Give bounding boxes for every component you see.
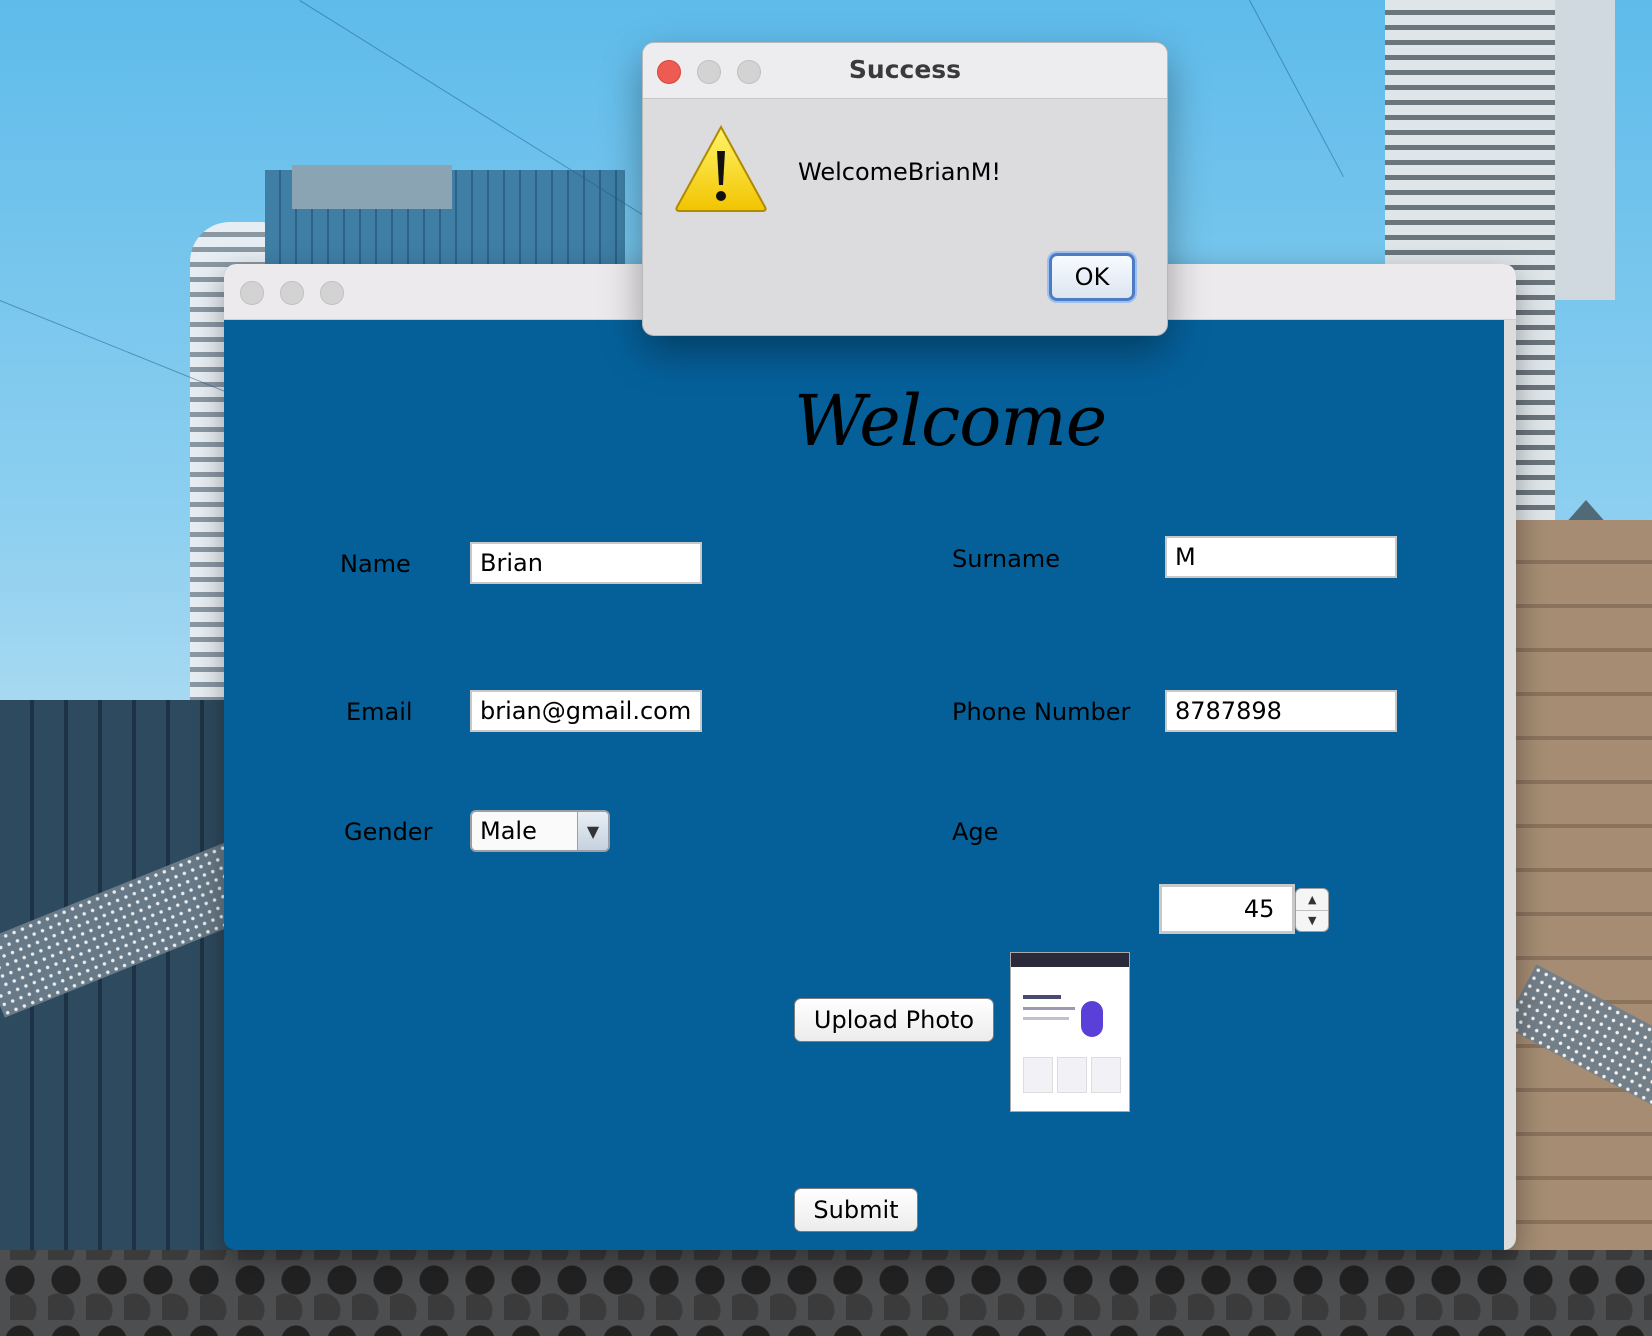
name-field[interactable]: Brian — [470, 542, 702, 584]
dialog-title: Success — [848, 55, 962, 84]
surname-field[interactable]: M — [1165, 536, 1397, 578]
window-close-button[interactable] — [240, 281, 264, 305]
gender-select[interactable]: Male ▼ — [470, 810, 610, 852]
submit-button[interactable]: Submit — [794, 1188, 918, 1232]
preview-wave-hand-icon — [1081, 1001, 1103, 1037]
photo-preview — [1010, 952, 1130, 1112]
warning-icon — [675, 124, 767, 212]
background-right-tower-top — [1555, 0, 1615, 300]
preview-line — [1023, 1007, 1075, 1010]
arrow-up-icon[interactable]: ▲ — [1296, 889, 1328, 910]
surname-label: Surname — [952, 545, 1060, 573]
age-field[interactable]: 45 — [1159, 884, 1296, 934]
preview-header — [1011, 953, 1129, 967]
email-field[interactable]: brian@gmail.com — [470, 690, 702, 732]
gender-label: Gender — [344, 818, 433, 846]
background-building-top — [292, 165, 452, 209]
window-zoom-button[interactable] — [320, 281, 344, 305]
age-spinner[interactable]: 45 ▲ ▼ — [1159, 884, 1329, 934]
upload-photo-button[interactable]: Upload Photo — [794, 998, 994, 1042]
registration-window: Welcome Name Brian Surname M Email brian… — [224, 264, 1516, 1250]
phone-field[interactable]: 8787898 — [1165, 690, 1397, 732]
chevron-down-icon[interactable]: ▼ — [577, 812, 608, 850]
ok-button[interactable]: OK — [1049, 253, 1135, 301]
preview-line — [1023, 995, 1061, 999]
success-dialog: Success WelcomeBrianM! OK — [642, 42, 1168, 336]
background-cityhall — [1500, 520, 1652, 1280]
arrow-down-icon[interactable]: ▼ — [1296, 909, 1328, 932]
window-minimize-button[interactable] — [280, 281, 304, 305]
background-wire — [1249, 0, 1344, 178]
window-edge — [1504, 320, 1516, 1250]
preview-card — [1023, 1057, 1053, 1093]
background-crowd — [0, 1250, 1652, 1336]
phone-label: Phone Number — [952, 698, 1131, 726]
gender-selected-value: Male — [480, 817, 537, 845]
dialog-message: WelcomeBrianM! — [798, 158, 1002, 186]
welcome-heading: Welcome — [794, 380, 1107, 462]
name-label: Name — [340, 550, 411, 578]
form-panel: Welcome Name Brian Surname M Email brian… — [224, 320, 1504, 1250]
preview-card — [1057, 1057, 1087, 1093]
age-label: Age — [952, 818, 999, 846]
preview-line — [1023, 1017, 1069, 1020]
email-label: Email — [346, 698, 413, 726]
age-stepper[interactable]: ▲ ▼ — [1295, 888, 1329, 932]
preview-card — [1091, 1057, 1121, 1093]
dialog-titlebar[interactable]: Success — [643, 43, 1167, 99]
